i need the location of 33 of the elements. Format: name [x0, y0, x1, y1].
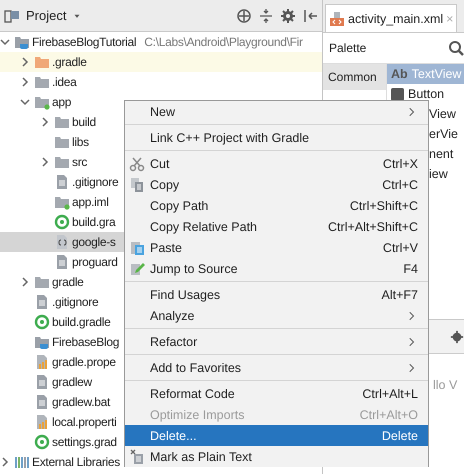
palette-item-label: Button — [408, 87, 444, 101]
project-path: C:\Labs\Android\Playground\Fir — [144, 35, 303, 49]
tree-item-label: .gitignore — [52, 295, 98, 309]
palette-item-label: nent — [429, 147, 454, 161]
tree-item-label: gradlew — [52, 375, 92, 389]
palette-item-label: TextView — [412, 67, 462, 81]
tree-item-label: gradle — [52, 275, 84, 289]
palette-title: Palette — [329, 41, 368, 55]
tree-item-label: .gitignore — [72, 175, 118, 189]
tree-item-label: FirebaseBlog — [52, 335, 120, 349]
tree-item-label: local.properti — [52, 415, 117, 429]
tab-label: activity_main.xml — [348, 12, 444, 26]
palette-item-label: erVie — [429, 127, 458, 141]
tree-item-label: .idea — [52, 75, 77, 89]
tree-item-label: gradle.prope — [52, 355, 116, 369]
tree-item-label: settings.grad — [52, 435, 117, 449]
tree-item-label: src — [72, 155, 88, 169]
tree-item-label: build — [72, 115, 96, 129]
preview-text: llo V — [433, 378, 458, 392]
tree-item-label: app — [52, 95, 72, 109]
tree-item-label: build.gradle — [52, 315, 110, 329]
tree-item-label: build.gra — [72, 215, 116, 229]
tree-item-label: app.iml — [72, 195, 109, 209]
tree-item-label: FirebaseBlogTutorial — [32, 35, 136, 49]
text-view-icon: Ab — [391, 67, 408, 81]
tree-item-label: gradlew.bat — [52, 395, 110, 409]
tree-item-label: google-s — [72, 235, 116, 249]
tree-item-label: External Libraries — [32, 455, 120, 469]
tree-item-label: proguard — [72, 255, 118, 269]
palette-item-label: iew — [429, 167, 448, 181]
palette-item-label: View — [429, 107, 456, 121]
tree-item-label: libs — [72, 135, 89, 149]
tree-item-label: .gradle — [52, 55, 87, 69]
